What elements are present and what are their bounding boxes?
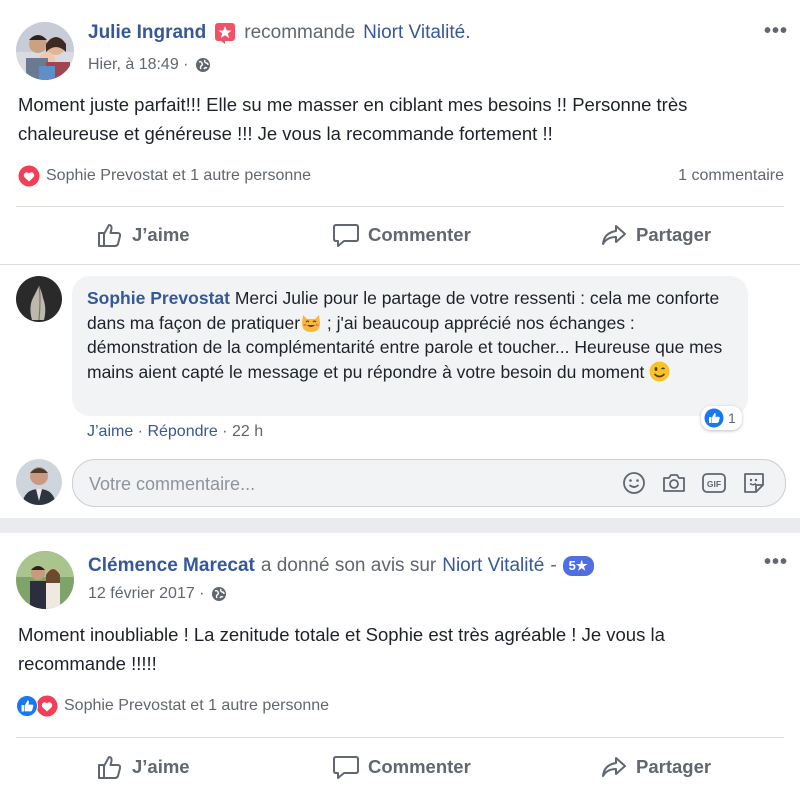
post-card-2: Clémence Marecat a donné son avis sur Ni… xyxy=(0,533,800,800)
author-avatar-clemence[interactable] xyxy=(16,551,74,609)
author-name[interactable]: Julie Ingrand xyxy=(88,22,206,44)
post-header-1: Julie Ingrand recommande Niort Vitalité. xyxy=(88,22,471,44)
commenter-avatar-sophie[interactable] xyxy=(16,276,62,322)
share-label: Partager xyxy=(636,224,712,245)
reactions-text: Sophie Prevostat et 1 autre personne xyxy=(64,697,330,714)
thumbs-up-icon xyxy=(96,753,124,781)
author-avatar-julie[interactable] xyxy=(16,22,74,80)
more-options-button[interactable]: ••• xyxy=(764,20,788,43)
svg-text:GIF: GIF xyxy=(707,479,721,489)
share-arrow-icon xyxy=(600,221,628,249)
share-button[interactable]: Partager xyxy=(600,221,711,249)
divider xyxy=(16,737,784,738)
rating-badge[interactable]: 5★ xyxy=(562,556,594,576)
like-count-value: 1 xyxy=(728,410,736,426)
post-body-2: Moment inoubliable ! La zenitude totale … xyxy=(18,620,788,678)
smiling-cat-emoji-icon xyxy=(300,313,322,333)
post-body-line: recommande !!!!! xyxy=(18,653,157,674)
divider xyxy=(0,264,800,265)
author-name[interactable]: Clémence Marecat xyxy=(88,555,255,577)
divider xyxy=(16,206,784,207)
recommends-label: recommande xyxy=(244,22,356,43)
separator: - xyxy=(550,555,557,576)
comment-text: Sophie Prevostat Merci Julie pour le par… xyxy=(87,286,737,384)
reactions-text: Sophie Prevostat et 1 autre personne xyxy=(46,167,312,184)
like-label: J’aime xyxy=(132,224,190,245)
reactions-summary-2[interactable]: Sophie Prevostat et 1 autre personne xyxy=(16,695,329,717)
review-label: a donné son avis sur xyxy=(260,555,437,576)
comment-bubble: Sophie Prevostat Merci Julie pour le par… xyxy=(72,276,748,416)
comment-actions: J’aime · Répondre · 22 h xyxy=(87,423,263,441)
page-link[interactable]: Niort Vitalité xyxy=(442,555,544,577)
gif-icon[interactable]: GIF xyxy=(701,470,727,496)
speech-bubble-icon xyxy=(332,753,360,781)
page-link[interactable]: Niort Vitalité. xyxy=(363,22,470,44)
comment-label: Commenter xyxy=(368,224,471,245)
comment-like-count[interactable]: 1 xyxy=(701,406,742,430)
love-reaction-icon xyxy=(18,165,40,187)
comment-input-box: GIF xyxy=(72,459,786,508)
reactions-summary-1[interactable]: Sophie Prevostat et 1 autre personne xyxy=(18,165,311,187)
comment-time[interactable]: 22 h xyxy=(232,423,263,440)
share-button[interactable]: Partager xyxy=(600,753,711,781)
like-button[interactable]: J’aime xyxy=(96,221,190,249)
globe-icon xyxy=(211,586,227,602)
recommend-icon xyxy=(214,22,236,44)
reaction-icons xyxy=(16,695,58,717)
comment-label: Commenter xyxy=(368,756,471,777)
timestamp[interactable]: Hier, à 18:49 · xyxy=(88,56,189,74)
separator: · xyxy=(133,423,148,440)
comment-reply-link[interactable]: Répondre xyxy=(147,423,217,440)
more-options-button[interactable]: ••• xyxy=(764,551,788,574)
emoji-icon[interactable] xyxy=(621,470,647,496)
comments-count[interactable]: 1 commentaire xyxy=(678,167,784,185)
post-header-2: Clémence Marecat a donné son avis sur Ni… xyxy=(88,555,594,577)
like-reaction-icon xyxy=(16,695,38,717)
love-reaction-icon xyxy=(36,695,58,717)
post-body-line: Moment juste parfait!!! Elle su me masse… xyxy=(18,94,688,115)
globe-icon xyxy=(195,57,211,73)
share-label: Partager xyxy=(636,756,712,777)
comment-like-link[interactable]: J’aime xyxy=(87,423,133,440)
timestamp[interactable]: 12 février 2017 · xyxy=(88,585,205,603)
speech-bubble-icon xyxy=(332,221,360,249)
post-meta-1: Hier, à 18:49 · xyxy=(88,56,211,74)
post-body-1: Moment juste parfait!!! Elle su me masse… xyxy=(18,90,788,148)
comment-button[interactable]: Commenter xyxy=(332,753,471,781)
wink-emoji-icon xyxy=(649,361,670,382)
comment-button[interactable]: Commenter xyxy=(332,221,471,249)
current-user-avatar[interactable] xyxy=(16,459,62,505)
share-arrow-icon xyxy=(600,753,628,781)
post-card-1: Julie Ingrand recommande Niort Vitalité.… xyxy=(0,0,800,518)
camera-icon[interactable] xyxy=(661,470,687,496)
post-meta-2: 12 février 2017 · xyxy=(88,585,227,603)
like-reaction-icon xyxy=(704,408,724,428)
commenter-name[interactable]: Sophie Prevostat xyxy=(87,288,230,308)
comment-input[interactable] xyxy=(87,460,591,508)
like-button[interactable]: J’aime xyxy=(96,753,190,781)
separator: · xyxy=(217,423,232,440)
thumbs-up-icon xyxy=(96,221,124,249)
like-label: J’aime xyxy=(132,756,190,777)
post-body-line: Moment inoubliable ! La zenitude totale … xyxy=(18,624,665,645)
post-body-line: chaleureuse et généreuse !!! Je vous la … xyxy=(18,123,553,144)
sticker-icon[interactable] xyxy=(741,470,767,496)
